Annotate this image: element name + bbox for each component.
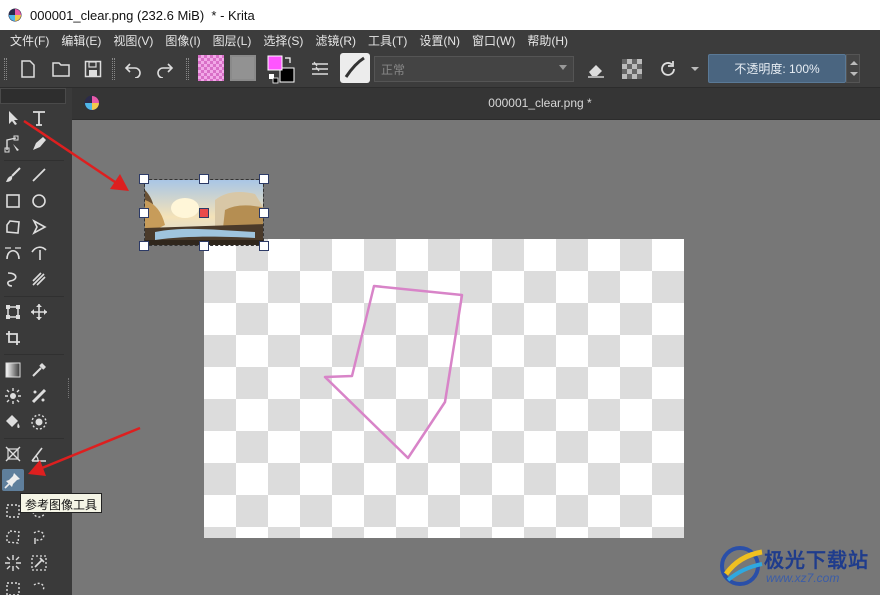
- annotation-overlay: [23, 119, 141, 476]
- watermark-brand: 极光下载站: [764, 550, 869, 572]
- watermark-url: www.xz7.com: [766, 571, 840, 585]
- annotation-arrow-bottom: [28, 426, 141, 476]
- annotation-arrow-top: [23, 119, 129, 191]
